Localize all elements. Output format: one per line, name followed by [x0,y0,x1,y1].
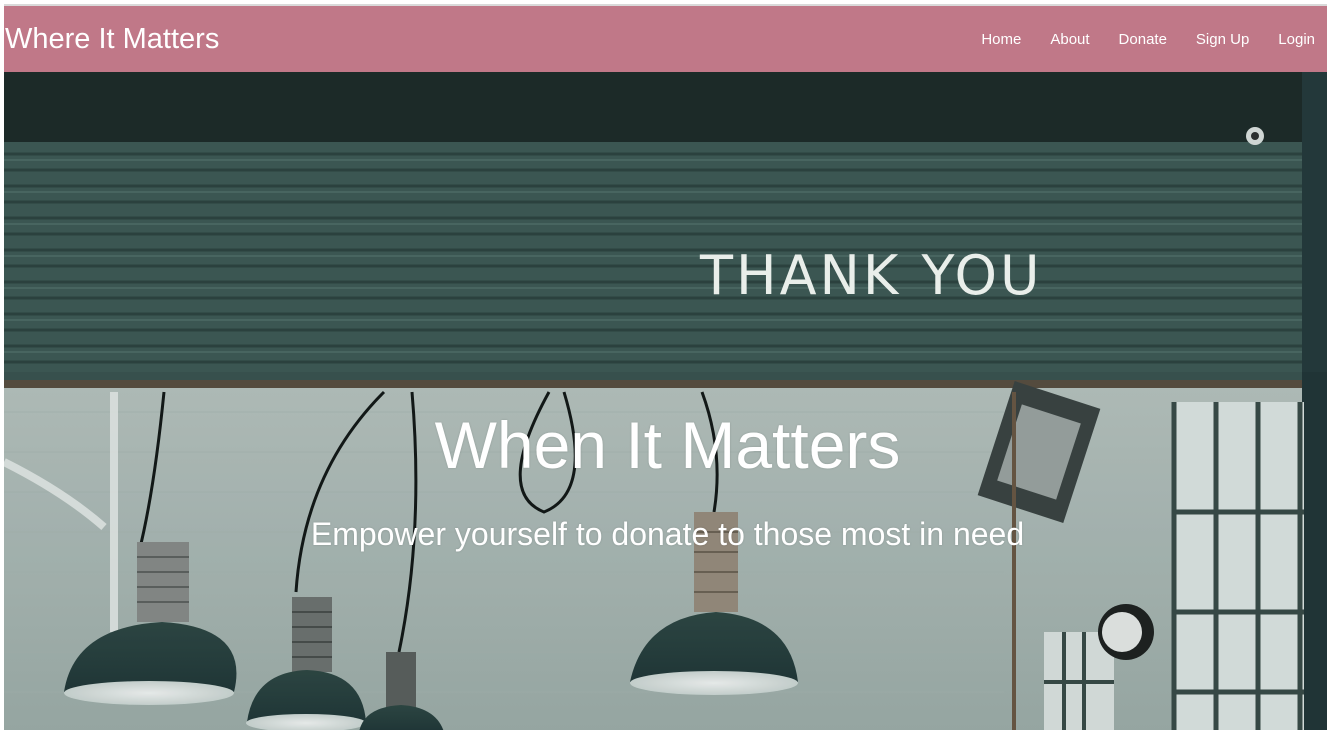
hero-subtitle: Empower yourself to donate to those most… [310,516,1025,552]
hero-title: When It Matters [434,408,901,482]
shutter-stencil-text: THANK YOU [699,244,1043,307]
browser-viewport: Where It Matters Home About Donate Sign … [4,4,1327,730]
nav-links: Home About Donate Sign Up Login [981,31,1315,48]
hero-background-image: THANK YOU [4,72,1327,730]
brand-logo-link[interactable]: Where It Matters [5,24,219,54]
hero-section: THANK YOU When It Matters Empower yourse… [4,72,1327,730]
nav-link-login[interactable]: Login [1278,31,1315,48]
navbar: Where It Matters Home About Donate Sign … [4,6,1327,72]
nav-link-about[interactable]: About [1050,31,1089,48]
nav-link-sign-up[interactable]: Sign Up [1196,31,1249,48]
nav-link-home[interactable]: Home [981,31,1021,48]
nav-link-donate[interactable]: Donate [1119,31,1167,48]
